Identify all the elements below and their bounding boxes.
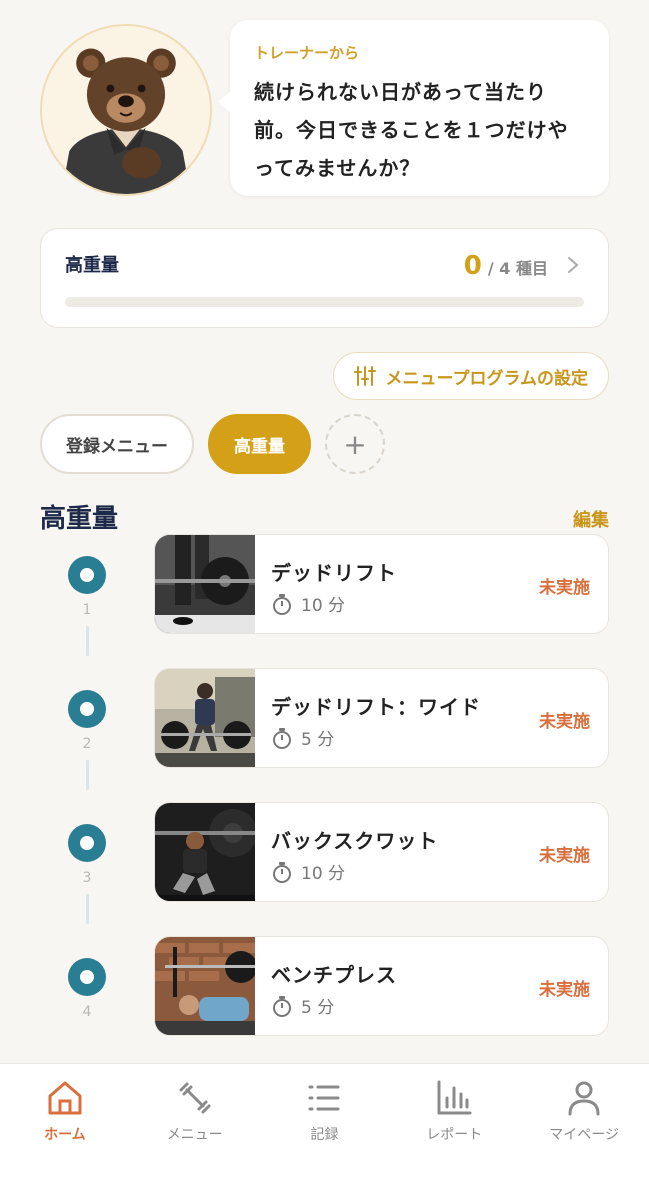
- wide-deadlift-photo: [155, 669, 255, 767]
- exercise-duration: 5 分: [271, 725, 334, 750]
- exercise-thumbnail: [155, 535, 255, 633]
- exercise-status-badge: 未実施: [539, 846, 590, 866]
- exercise-status-badge: 未実施: [539, 980, 590, 1000]
- speech-bubble: トレーナーから 続けられない日があって当たり 前。今日できることを１つだけや っ…: [218, 20, 609, 196]
- stopwatch-icon: [273, 727, 291, 749]
- list-icon: [308, 1085, 340, 1111]
- nav-item-records[interactable]: 記録: [260, 1064, 390, 1200]
- section-title: 高重量: [40, 504, 119, 534]
- step-connector: [86, 760, 89, 790]
- stopwatch-icon: [273, 861, 291, 883]
- settings-button-label: メニュープログラムの設定: [385, 368, 588, 389]
- back-squat-photo: [155, 803, 255, 901]
- step-dot: [68, 958, 106, 996]
- exercise-name: バックスクワット: [271, 829, 439, 853]
- step-number: 1: [82, 602, 92, 618]
- exercise-status-badge: 未実施: [539, 712, 590, 732]
- exercise-name: デッドリフト：ワイド: [271, 695, 481, 719]
- menu-chip-heavy[interactable]: 高重量: [208, 414, 311, 474]
- nav-label: ホーム: [44, 1127, 86, 1143]
- nav-item-menu[interactable]: メニュー: [130, 1064, 260, 1200]
- stopwatch-icon: [273, 593, 291, 615]
- message-line: 続けられない日があって当たり: [254, 80, 547, 104]
- exercise-status-badge: 未実施: [539, 578, 590, 598]
- step-dot: [68, 824, 106, 862]
- step-indicator: 1: [68, 556, 106, 618]
- stopwatch-icon: [273, 995, 291, 1017]
- exercise-card[interactable]: デッドリフト：ワイド 5 分 未実施: [154, 668, 609, 768]
- exercise-item: 4 ベンチプレス 5 分 未実施: [60, 936, 609, 1036]
- deadlift-photo: [155, 535, 255, 633]
- add-menu-button[interactable]: +: [325, 414, 385, 474]
- sliders-icon: [353, 366, 376, 386]
- exercise-thumbnail: [155, 669, 255, 767]
- step-connector: [86, 894, 89, 924]
- nav-label: レポート: [426, 1127, 483, 1143]
- exercise-duration-text: 5 分: [301, 730, 335, 750]
- exercise-duration: 10 分: [271, 859, 345, 884]
- exercise-name: デッドリフト: [271, 561, 397, 585]
- nav-label: 記録: [310, 1127, 339, 1143]
- trainer-message-section: トレーナーから 続けられない日があって当たり 前。今日できることを１つだけや っ…: [40, 20, 609, 200]
- step-number: 4: [82, 1004, 92, 1020]
- edit-button[interactable]: 編集: [573, 506, 609, 532]
- nav-item-home[interactable]: ホーム: [0, 1064, 130, 1200]
- step-dot: [68, 690, 106, 728]
- message-line: ってみませんか？: [254, 156, 421, 180]
- menu-chip-registered[interactable]: 登録メニュー: [40, 414, 194, 474]
- chevron-right-icon: [568, 257, 579, 273]
- bottom-navigation: ホーム メニュー 記録 レポート マイページ: [0, 1063, 649, 1200]
- exercise-duration-text: 5 分: [301, 998, 335, 1018]
- step-dot: [68, 556, 106, 594]
- home-icon: [48, 1081, 82, 1115]
- step-number: 2: [82, 736, 92, 752]
- exercise-card[interactable]: ベンチプレス 5 分 未実施: [154, 936, 609, 1036]
- bench-press-photo: [155, 937, 255, 1035]
- trainer-bear-avatar: [40, 24, 212, 196]
- nav-item-report[interactable]: レポート: [389, 1064, 519, 1200]
- exercise-item: 3 バックスクワット 10 分 未実施: [60, 802, 609, 924]
- message-line: 前。今日できることを１つだけや: [254, 118, 569, 142]
- exercise-duration: 5 分: [271, 993, 334, 1018]
- progress-total-text: / 4 種目: [487, 259, 548, 278]
- bear-illustration: [42, 26, 210, 194]
- step-indicator: 2: [68, 690, 106, 752]
- user-icon: [568, 1081, 600, 1116]
- exercise-thumbnail: [155, 803, 255, 901]
- step-number: 3: [82, 870, 92, 886]
- progress-completed-count: 0: [463, 251, 482, 281]
- bar-chart-icon: [437, 1080, 472, 1115]
- nav-label: マイページ: [549, 1127, 619, 1143]
- exercise-name: ベンチプレス: [271, 963, 397, 987]
- progress-count: 0 / 4 種目: [464, 251, 548, 281]
- menu-program-settings-button[interactable]: メニュープログラムの設定: [332, 352, 609, 400]
- speech-bubble-label: トレーナーから: [254, 44, 360, 62]
- exercise-duration: 10 分: [271, 591, 345, 616]
- exercise-card[interactable]: バックスクワット 10 分 未実施: [154, 802, 609, 902]
- exercise-thumbnail: [155, 937, 255, 1035]
- nav-item-mypage[interactable]: マイページ: [519, 1064, 649, 1200]
- step-indicator: 4: [68, 958, 106, 1020]
- exercise-duration-text: 10 分: [301, 596, 346, 616]
- exercise-item: 2 デッドリフト：ワイド 5 分 未実施: [60, 668, 609, 790]
- step-connector: [86, 626, 89, 656]
- exercise-duration-text: 10 分: [301, 864, 346, 884]
- progress-bar: [65, 297, 584, 307]
- exercise-item: 1 デッドリフト 10 分 未実施: [60, 534, 609, 656]
- progress-card[interactable]: 高重量 0 / 4 種目: [40, 228, 609, 328]
- nav-label: メニュー: [166, 1127, 223, 1143]
- step-indicator: 3: [68, 824, 106, 886]
- menu-chip-list: 登録メニュー 高重量 +: [40, 414, 385, 474]
- exercise-card[interactable]: デッドリフト 10 分 未実施: [154, 534, 609, 634]
- speech-bubble-message: 続けられない日があって当たり 前。今日できることを１つだけや ってみませんか？: [254, 73, 585, 187]
- dumbbell-icon: [179, 1082, 211, 1114]
